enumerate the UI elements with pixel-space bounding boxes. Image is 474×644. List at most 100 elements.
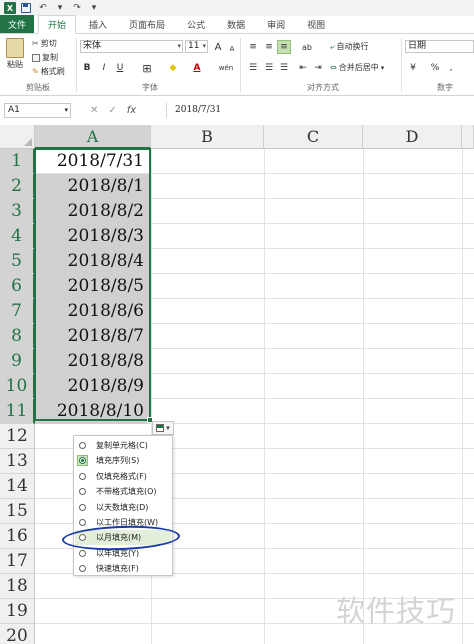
column-header-c[interactable]: C [264, 125, 363, 149]
autofill-option[interactable]: 填充序列(S) [75, 453, 171, 468]
autofill-option[interactable]: 以年填充(Y) [75, 546, 171, 561]
shrink-font-button[interactable]: A [225, 42, 239, 56]
enter-icon[interactable]: ✓ [108, 105, 116, 116]
autofill-option[interactable]: 不带格式填充(O) [75, 484, 171, 499]
row-header-13[interactable]: 13 [0, 449, 35, 474]
fill-color-button[interactable]: ◆ [166, 61, 180, 75]
row-header-7[interactable]: 7 [0, 299, 35, 324]
comma-button[interactable]: , [444, 61, 458, 75]
phonetic-button[interactable]: wén [216, 61, 236, 75]
cancel-icon[interactable]: ✕ [90, 105, 98, 116]
merge-center-button[interactable]: ⇔ 合并后居中 ▾ [330, 62, 384, 73]
row-header-2[interactable]: 2 [0, 174, 35, 199]
undo-button[interactable]: ↶ [36, 1, 50, 15]
undo-dropdown-icon[interactable]: ▾ [53, 1, 67, 15]
row-header-10[interactable]: 10 [0, 374, 35, 399]
orientation-button[interactable]: ab [298, 40, 316, 54]
autofill-option[interactable]: 以月填充(M) [75, 530, 171, 546]
radio-icon [79, 565, 86, 573]
align-left-icon[interactable]: ☰ [246, 61, 260, 75]
autofill-option[interactable]: 以天数填充(D) [75, 500, 171, 515]
cell-a7[interactable]: 2018/8/6 [35, 299, 149, 324]
font-name-select[interactable]: 宋体 ▾ [80, 40, 183, 53]
cut-button[interactable]: ✂ 剪切 [32, 38, 57, 49]
row-header-1[interactable]: 1 [0, 149, 35, 174]
cell-a8[interactable]: 2018/8/7 [35, 324, 149, 349]
worksheet-grid[interactable]: A B C D 1 2018/7/31 2 2018/8/1 3 2018/8/2 4 201… [0, 125, 474, 644]
row-header-6[interactable]: 6 [0, 274, 35, 299]
column-header-b[interactable]: B [151, 125, 264, 149]
increase-indent-icon[interactable]: ⇥ [311, 61, 325, 75]
cell-a10[interactable]: 2018/8/9 [35, 374, 149, 399]
font-size-select[interactable]: 11 ▾ [185, 40, 208, 53]
autofill-icon [156, 424, 165, 432]
tab-data[interactable]: 数据 [218, 15, 254, 33]
percent-button[interactable]: % [428, 61, 442, 75]
column-header-d[interactable]: D [363, 125, 462, 149]
row-header-8[interactable]: 8 [0, 324, 35, 349]
underline-button[interactable]: U [113, 61, 127, 75]
format-painter-button[interactable]: ✎ 格式刷 [32, 66, 65, 77]
cell-a5[interactable]: 2018/8/4 [35, 249, 149, 274]
redo-dropdown-icon[interactable]: ▾ [87, 1, 101, 15]
cell-a11[interactable]: 2018/8/10 [35, 399, 149, 424]
grow-font-button[interactable]: A [211, 40, 225, 54]
row-header-4[interactable]: 4 [0, 224, 35, 249]
cell-a3[interactable]: 2018/8/2 [35, 199, 149, 224]
italic-button[interactable]: I [97, 61, 111, 75]
row-header-20[interactable]: 20 [0, 624, 35, 644]
currency-button[interactable]: ¥ [406, 61, 420, 75]
cell-a6[interactable]: 2018/8/5 [35, 274, 149, 299]
row-header-3[interactable]: 3 [0, 199, 35, 224]
align-middle-icon[interactable]: ≡ [262, 40, 276, 54]
select-all-button[interactable] [0, 125, 35, 149]
row-header-16[interactable]: 16 [0, 524, 35, 549]
save-button[interactable] [19, 1, 33, 15]
align-bottom-icon[interactable]: ≡ [277, 40, 291, 54]
paste-button[interactable]: 粘贴 [6, 38, 24, 70]
chevron-down-icon: ▾ [177, 42, 181, 50]
cell-a9[interactable]: 2018/8/8 [35, 349, 149, 374]
row-header-18[interactable]: 18 [0, 574, 35, 599]
autofill-option[interactable]: 仅填充格式(F) [75, 469, 171, 484]
autofill-options-button[interactable]: ▾ [152, 421, 174, 435]
align-right-icon[interactable]: ☰ [277, 61, 291, 75]
row-header-17[interactable]: 17 [0, 549, 35, 574]
align-center-icon[interactable]: ☰ [262, 61, 276, 75]
decrease-indent-icon[interactable]: ⇤ [296, 61, 310, 75]
row-header-12[interactable]: 12 [0, 424, 35, 449]
border-button[interactable]: ⊞ [140, 61, 154, 75]
row-header-5[interactable]: 5 [0, 249, 35, 274]
name-box[interactable]: A1 ▾ [4, 103, 71, 118]
row-header-14[interactable]: 14 [0, 474, 35, 499]
autofill-option[interactable]: 快速填充(F) [75, 561, 171, 576]
redo-button[interactable]: ↷ [70, 1, 84, 15]
cell-a1[interactable]: 2018/7/31 [35, 149, 149, 174]
column-header-e[interactable] [462, 125, 474, 149]
bold-button[interactable]: B [80, 61, 94, 75]
tab-view[interactable]: 视图 [298, 15, 334, 33]
row-header-9[interactable]: 9 [0, 349, 35, 374]
tab-page-layout[interactable]: 页面布局 [120, 15, 174, 33]
cell-a2[interactable]: 2018/8/1 [35, 174, 149, 199]
tab-insert[interactable]: 插入 [80, 15, 116, 33]
copy-button[interactable]: 复制 [32, 52, 58, 63]
column-header-a[interactable]: A [35, 125, 151, 149]
tab-formulas[interactable]: 公式 [178, 15, 214, 33]
wrap-text-button[interactable]: ⤶ 自动换行 [330, 41, 368, 52]
autofill-option[interactable]: 复制单元格(C) [75, 438, 171, 453]
row-header-15[interactable]: 15 [0, 499, 35, 524]
number-format-select[interactable]: 日期 [405, 40, 474, 53]
font-color-button[interactable]: A [190, 61, 204, 75]
align-top-icon[interactable]: ≡ [246, 40, 260, 54]
paste-label: 粘贴 [7, 60, 23, 69]
row-header-19[interactable]: 19 [0, 599, 35, 624]
tab-review[interactable]: 审阅 [258, 15, 294, 33]
tab-file[interactable]: 文件 [0, 15, 35, 33]
cell-a4[interactable]: 2018/8/3 [35, 224, 149, 249]
tab-home[interactable]: 开始 [38, 15, 77, 34]
formula-input[interactable]: 2018/7/31 [166, 103, 474, 118]
insert-function-icon[interactable]: fx [127, 105, 136, 116]
autofill-option[interactable]: 以工作日填充(W) [75, 515, 171, 530]
row-header-11[interactable]: 11 [0, 399, 35, 424]
